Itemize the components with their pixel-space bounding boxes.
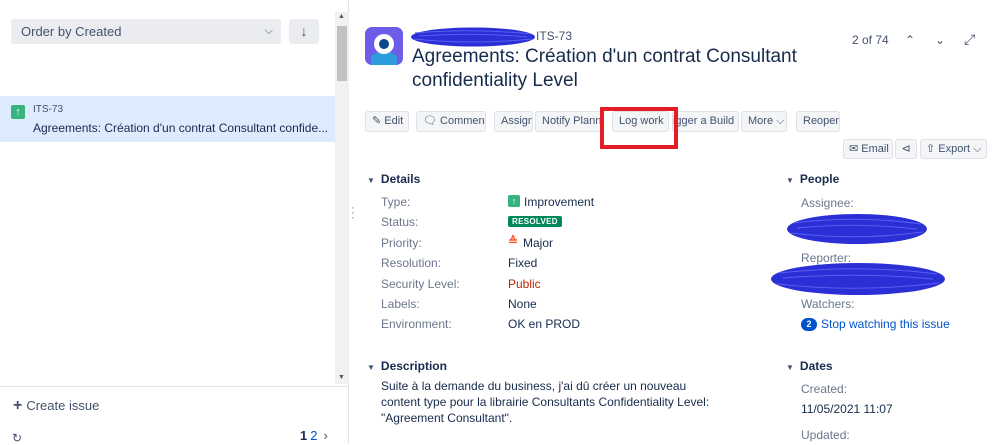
scroll-down-icon[interactable]: ▼ bbox=[338, 374, 345, 381]
share-button[interactable]: ⊲ bbox=[895, 139, 917, 159]
email-icon: ✉ bbox=[849, 143, 859, 155]
pencil-icon: ✎ bbox=[372, 115, 382, 127]
watchers-label: Watchers: bbox=[801, 297, 855, 311]
create-issue-label: Create issue bbox=[26, 398, 100, 413]
chevron-right-icon[interactable]: › bbox=[323, 428, 327, 443]
priority-value: Major bbox=[523, 236, 554, 250]
page-link[interactable]: 2 bbox=[310, 428, 317, 443]
collapse-icon: ▼ bbox=[786, 363, 794, 372]
email-button[interactable]: ✉ Email bbox=[843, 139, 893, 159]
expand-icon[interactable]: ⤢ bbox=[964, 31, 975, 48]
resolution-label: Resolution: bbox=[381, 256, 442, 270]
description-text[interactable]: Suite à la demande du business, j'ai dû … bbox=[381, 378, 721, 426]
status-badge: RESOLVED bbox=[508, 216, 562, 227]
pagination: 1 2 › bbox=[300, 428, 328, 443]
notify-planning-button[interactable]: Notify Planning bbox=[535, 111, 602, 132]
divider bbox=[0, 386, 349, 387]
type-label: Type: bbox=[381, 195, 411, 209]
redacted-project-name bbox=[411, 27, 535, 47]
priority-label: Priority: bbox=[381, 236, 422, 250]
created-value: 11/05/2021 11:07 bbox=[801, 402, 893, 416]
environment-label: Environment: bbox=[381, 317, 452, 331]
watcher-count-badge: 2 bbox=[801, 318, 817, 331]
description-section-toggle[interactable]: ▼ Description bbox=[367, 359, 447, 373]
comment-button[interactable]: 🗨 Comment bbox=[416, 111, 486, 132]
order-by-select[interactable]: Order by Created ⌵ bbox=[11, 19, 281, 44]
people-section-toggle[interactable]: ▼ People bbox=[786, 172, 839, 186]
dates-section-toggle[interactable]: ▼ Dates bbox=[786, 359, 833, 373]
trigger-build-button[interactable]: Trigger a Build bbox=[672, 111, 739, 132]
issue-position: 2 of 74 bbox=[852, 33, 889, 47]
issue-list-summary[interactable]: Agreements: Création d'un contrat Consul… bbox=[33, 121, 328, 135]
description-title: Description bbox=[380, 359, 447, 373]
reopen-button[interactable]: Reopen bbox=[796, 111, 840, 132]
chevron-up-icon[interactable]: ⌃ bbox=[905, 33, 915, 47]
plus-icon: + bbox=[13, 397, 23, 414]
sort-direction-button[interactable]: ↓ bbox=[289, 19, 319, 44]
updated-label: Updated: bbox=[801, 428, 850, 442]
issue-list-item[interactable] bbox=[0, 96, 335, 142]
resize-handle-icon[interactable]: · · · bbox=[351, 203, 355, 224]
improvement-icon: ↑ bbox=[11, 105, 25, 119]
edit-label: Edit bbox=[384, 115, 404, 127]
more-label: More bbox=[748, 115, 774, 127]
share-icon: ⊲ bbox=[901, 143, 911, 155]
arrow-down-icon: ↓ bbox=[300, 23, 308, 39]
collapse-icon: ▼ bbox=[367, 176, 375, 185]
comment-icon: 🗨 bbox=[423, 115, 437, 127]
chevron-down-icon: ⌵ bbox=[776, 115, 785, 127]
more-menu-button[interactable]: More ⌵ bbox=[741, 111, 787, 132]
comment-label: Comment bbox=[440, 115, 486, 127]
status-label: Status: bbox=[381, 215, 419, 229]
email-label: Email bbox=[861, 143, 889, 155]
scrollbar-thumb[interactable] bbox=[337, 26, 347, 81]
chevron-down-icon: ⌵ bbox=[264, 25, 273, 37]
project-avatar[interactable] bbox=[365, 27, 403, 65]
collapse-icon: ▼ bbox=[786, 176, 794, 185]
order-by-label: Order by Created bbox=[21, 24, 122, 39]
export-label: Export bbox=[938, 143, 971, 155]
edit-button[interactable]: ✎ Edit bbox=[365, 111, 409, 132]
environment-value: OK en PROD bbox=[508, 317, 581, 331]
assignee-label: Assignee: bbox=[801, 196, 854, 210]
refresh-icon[interactable]: ↻ bbox=[12, 431, 22, 445]
type-value: Improvement bbox=[524, 195, 595, 209]
labels-label: Labels: bbox=[381, 297, 420, 311]
issue-title: Agreements: Création d'un contrat Consul… bbox=[412, 46, 797, 91]
export-icon: ⇧ bbox=[926, 143, 936, 155]
stop-watching-link[interactable]: Stop watching this issue bbox=[821, 317, 950, 331]
chevron-down-icon[interactable]: ⌄ bbox=[935, 33, 945, 47]
dates-title: Dates bbox=[799, 359, 833, 373]
resolution-value: Fixed bbox=[508, 256, 538, 270]
collapse-icon: ▼ bbox=[367, 363, 375, 372]
redacted-reporter bbox=[771, 263, 945, 295]
improvement-icon: ↑ bbox=[508, 195, 520, 207]
created-label: Created: bbox=[801, 382, 848, 396]
security-level-value: Public bbox=[508, 277, 541, 291]
people-title: People bbox=[799, 172, 840, 186]
issue-key-breadcrumb[interactable]: ITS-73 bbox=[536, 29, 572, 43]
scroll-up-icon[interactable]: ▲ bbox=[338, 13, 345, 20]
page-current: 1 bbox=[300, 428, 308, 443]
create-issue-button[interactable]: + Create issue bbox=[13, 397, 99, 415]
redacted-assignee bbox=[787, 214, 927, 244]
issue-list-panel bbox=[0, 0, 349, 444]
priority-major-icon: ≙ bbox=[508, 234, 519, 248]
details-title: Details bbox=[380, 172, 421, 186]
details-section-toggle[interactable]: ▼ Details bbox=[367, 172, 420, 186]
chevron-down-icon: ⌵ bbox=[973, 143, 982, 155]
export-button[interactable]: ⇧ Export ⌵ bbox=[920, 139, 987, 159]
assign-button[interactable]: Assign bbox=[494, 111, 533, 132]
labels-value: None bbox=[508, 297, 537, 311]
security-level-label: Security Level: bbox=[381, 277, 460, 291]
issue-list-key[interactable]: ITS-73 bbox=[33, 104, 63, 115]
highlight-annotation bbox=[600, 107, 678, 149]
